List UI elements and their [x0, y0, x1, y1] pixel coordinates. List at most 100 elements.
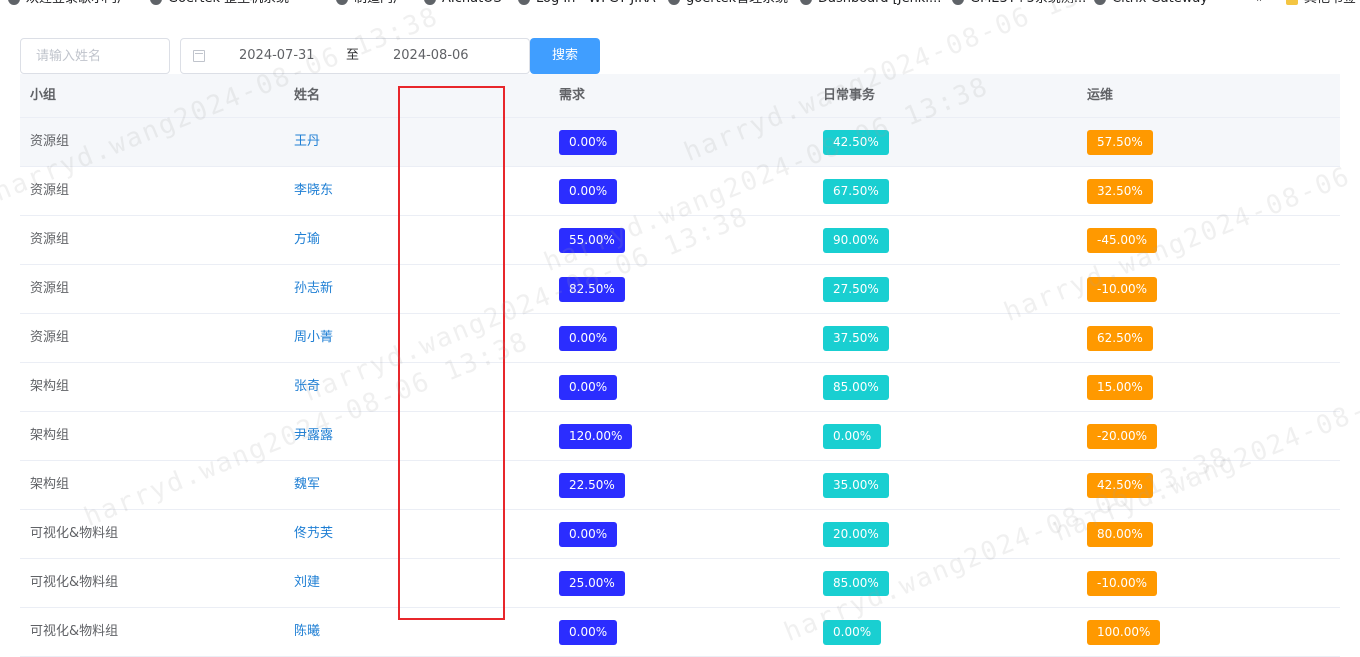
- table-row[interactable]: 可视化&物料组 佟艿芙 0.00% 20.00% 80.00%: [20, 510, 1340, 559]
- ops-tag: 100.00%: [1087, 620, 1161, 645]
- bookmark-item[interactable]: AIchatOS: [424, 0, 502, 8]
- demand-tag: 82.50%: [559, 277, 625, 302]
- daily-tag: 42.50%: [823, 130, 889, 155]
- column-header-name: 姓名: [294, 88, 321, 103]
- group-cell: 资源组: [30, 232, 70, 247]
- bookmark-icon: [668, 0, 680, 5]
- group-cell: 资源组: [30, 281, 70, 296]
- bookmark-item[interactable]: Goertek 整型机系统: [150, 0, 289, 8]
- group-cell: 资源组: [30, 330, 70, 345]
- jira-icon: [518, 0, 530, 5]
- column-header-ops: 运维: [1087, 88, 1114, 103]
- calendar-icon: [193, 50, 205, 62]
- table-header: 小组 姓名 需求 日常事务 运维: [20, 74, 1340, 118]
- group-cell: 资源组: [30, 183, 70, 198]
- search-button[interactable]: 搜索: [530, 38, 600, 74]
- bookmark-icon: [1094, 0, 1106, 5]
- group-cell: 架构组: [30, 428, 70, 443]
- demand-tag: 0.00%: [559, 522, 618, 547]
- name-link[interactable]: 刘建: [294, 559, 320, 607]
- table-row[interactable]: 架构组 魏军 22.50% 35.00% 42.50%: [20, 461, 1340, 510]
- name-link[interactable]: 张奇: [294, 363, 320, 411]
- group-cell: 架构组: [30, 379, 70, 394]
- group-cell: 可视化&物料组: [30, 624, 119, 639]
- demand-tag: 120.00%: [559, 424, 633, 449]
- bookmark-item[interactable]: Citrix Gateway: [1094, 0, 1208, 8]
- group-cell: 资源组: [30, 134, 70, 149]
- name-link[interactable]: 李晓东: [294, 167, 333, 215]
- table-row[interactable]: 资源组 周小菁 0.00% 37.50% 62.50%: [20, 314, 1340, 363]
- column-header-daily: 日常事务: [823, 88, 876, 103]
- ops-tag: 15.00%: [1087, 375, 1153, 400]
- bookmark-item[interactable]: 欢迎登录歌尔门户: [8, 0, 130, 8]
- table-row[interactable]: 架构组 尹露露 120.00% 0.00% -20.00%: [20, 412, 1340, 461]
- ops-tag: 80.00%: [1087, 522, 1153, 547]
- ops-tag: -45.00%: [1087, 228, 1158, 253]
- bookmark-icon: [952, 0, 964, 5]
- ops-tag: 57.50%: [1087, 130, 1153, 155]
- table-row[interactable]: 资源组 孙志新 82.50% 27.50% -10.00%: [20, 265, 1340, 314]
- group-cell: 架构组: [30, 477, 70, 492]
- name-link[interactable]: 孙志新: [294, 265, 333, 313]
- bookmark-icon: [424, 0, 436, 5]
- table-row[interactable]: 架构组 张奇 0.00% 85.00% 15.00%: [20, 363, 1340, 412]
- table-row[interactable]: 资源组 王丹 0.00% 42.50% 57.50%: [20, 118, 1340, 167]
- demand-tag: 55.00%: [559, 228, 625, 253]
- daily-tag: 0.00%: [823, 620, 882, 645]
- name-link[interactable]: 方瑜: [294, 216, 320, 264]
- bookmark-icon: [150, 0, 162, 5]
- daily-tag: 90.00%: [823, 228, 889, 253]
- other-bookmarks-folder[interactable]: 其他书签: [1286, 0, 1356, 8]
- bookmark-item[interactable]: GME3T+5系统测...: [952, 0, 1086, 8]
- bookmark-item[interactable]: goertek管理系统: [668, 0, 788, 8]
- name-link[interactable]: 佟艿芙: [294, 510, 333, 558]
- bookmark-icon: [8, 0, 20, 5]
- ops-tag: 62.50%: [1087, 326, 1153, 351]
- demand-tag: 22.50%: [559, 473, 625, 498]
- name-link[interactable]: 周小菁: [294, 314, 333, 362]
- demand-tag: 0.00%: [559, 179, 618, 204]
- daily-tag: 67.50%: [823, 179, 889, 204]
- date-range-picker[interactable]: 2024-07-31 至 2024-08-06: [180, 38, 530, 74]
- daily-tag: 20.00%: [823, 522, 889, 547]
- name-link[interactable]: 尹露露: [294, 412, 333, 460]
- name-link[interactable]: 魏军: [294, 461, 320, 509]
- name-link[interactable]: 陈曦: [294, 608, 320, 656]
- daily-tag: 85.00%: [823, 571, 889, 596]
- daily-tag: 85.00%: [823, 375, 889, 400]
- start-date-input[interactable]: 2024-07-31: [239, 39, 315, 73]
- column-header-group: 小组: [30, 88, 57, 103]
- folder-icon: [1286, 0, 1298, 5]
- daily-tag: 37.50%: [823, 326, 889, 351]
- range-separator: 至: [346, 48, 360, 63]
- demand-tag: 0.00%: [559, 375, 618, 400]
- jenkins-icon: [800, 0, 812, 5]
- bookmark-icon: [336, 0, 348, 5]
- demand-tag: 25.00%: [559, 571, 625, 596]
- ops-tag: -20.00%: [1087, 424, 1158, 449]
- table-row[interactable]: 资源组 李晓东 0.00% 67.50% 32.50%: [20, 167, 1340, 216]
- ops-tag: 42.50%: [1087, 473, 1153, 498]
- daily-tag: 0.00%: [823, 424, 882, 449]
- table-row[interactable]: 可视化&物料组 刘建 25.00% 85.00% -10.00%: [20, 559, 1340, 608]
- ops-tag: 32.50%: [1087, 179, 1153, 204]
- demand-tag: 0.00%: [559, 130, 618, 155]
- demand-tag: 0.00%: [559, 620, 618, 645]
- ops-tag: -10.00%: [1087, 277, 1158, 302]
- table-row[interactable]: 可视化&物料组 陈曦 0.00% 0.00% 100.00%: [20, 608, 1340, 657]
- daily-tag: 35.00%: [823, 473, 889, 498]
- name-search-input[interactable]: [20, 38, 170, 74]
- workload-table: 小组 姓名 需求 日常事务 运维 资源组 王丹 0.00% 42.50% 57.50% 资…: [20, 74, 1340, 657]
- daily-tag: 27.50%: [823, 277, 889, 302]
- more-bookmarks-button[interactable]: »: [1256, 0, 1264, 8]
- group-cell: 可视化&物料组: [30, 526, 119, 541]
- name-link[interactable]: 王丹: [294, 118, 320, 166]
- bookmarks-bar: 欢迎登录歌尔门户 Goertek 整型机系统 制造门户 AIchatOS Log…: [0, 0, 1360, 8]
- bookmark-item[interactable]: Log In - WFGT JIRA: [518, 0, 655, 8]
- column-header-demand: 需求: [559, 88, 586, 103]
- table-row[interactable]: 资源组 方瑜 55.00% 90.00% -45.00%: [20, 216, 1340, 265]
- end-date-input[interactable]: 2024-08-06: [393, 39, 469, 73]
- bookmark-item[interactable]: Dashboard [Jenki...: [800, 0, 941, 8]
- bookmark-item[interactable]: 制造门户: [336, 0, 406, 8]
- ops-tag: -10.00%: [1087, 571, 1158, 596]
